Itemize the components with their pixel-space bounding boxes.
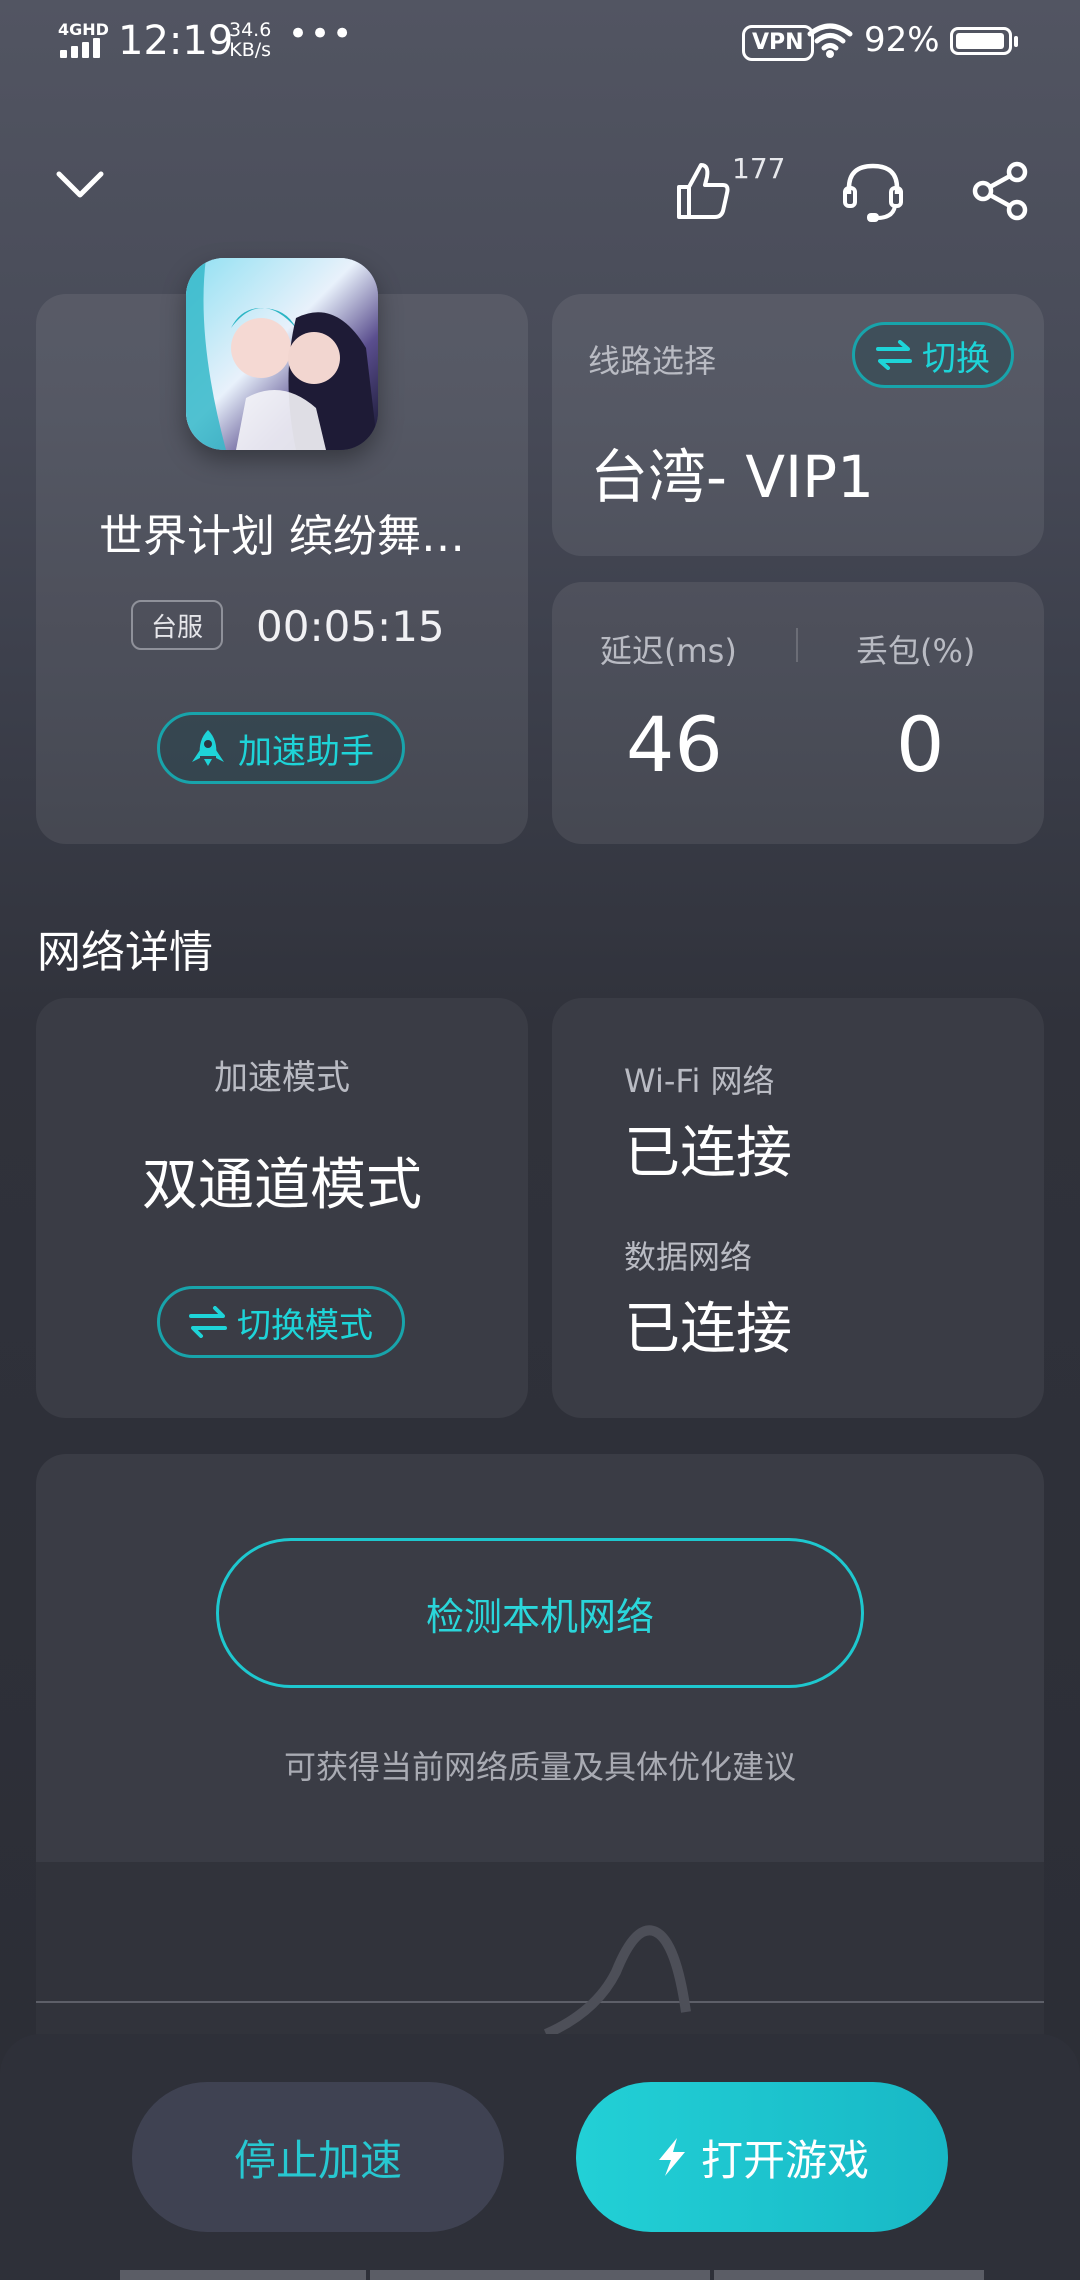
mode-value: 双通道模式 xyxy=(142,1153,422,1218)
collapse-button[interactable] xyxy=(48,160,112,210)
share-icon xyxy=(972,161,1028,221)
accelerate-assistant-label: 加速助手 xyxy=(238,731,374,772)
detect-network-button[interactable]: 检测本机网络 xyxy=(216,1538,864,1688)
switch-arrows-icon xyxy=(876,340,912,370)
elapsed-time: 00:05:15 xyxy=(256,602,445,651)
share-button[interactable] xyxy=(966,156,1036,226)
more-notifications-icon: ••• xyxy=(288,14,355,54)
like-count: 177 xyxy=(732,152,786,185)
nav-indicator xyxy=(120,2270,366,2280)
speed-value: 34.6 xyxy=(229,19,272,41)
game-icon[interactable] xyxy=(186,258,378,450)
rocket-icon xyxy=(192,730,224,766)
detect-hint: 可获得当前网络质量及具体优化建议 xyxy=(283,1748,796,1786)
data-network-label: 数据网络 xyxy=(624,1238,753,1276)
latency-graph xyxy=(36,1862,1044,2062)
stats-divider xyxy=(796,628,798,662)
switch-arrows-icon xyxy=(189,1306,227,1338)
status-time: 12:19 xyxy=(118,18,234,64)
switch-mode-label: 切换模式 xyxy=(237,1305,373,1346)
battery-percent: 92% xyxy=(864,20,940,60)
headset-icon xyxy=(843,163,903,222)
like-button[interactable] xyxy=(668,154,738,228)
nav-indicator xyxy=(714,2270,984,2280)
vpn-badge: VPN xyxy=(742,25,814,61)
section-title-network-details: 网络详情 xyxy=(37,927,213,978)
latency-graph-line xyxy=(36,1925,1044,2039)
latency-value: 46 xyxy=(626,700,723,789)
route-switch-button[interactable]: 切换 xyxy=(852,322,1014,388)
loss-label: 丢包(%) xyxy=(856,632,976,670)
chevron-down-icon xyxy=(56,171,104,198)
wifi-label: Wi-Fi 网络 xyxy=(624,1062,775,1100)
server-tag: 台服 xyxy=(131,600,223,650)
signal-icon xyxy=(60,38,100,58)
accelerate-assistant-button[interactable]: 加速助手 xyxy=(157,712,405,784)
status-bar: 4GHD 12:19 34.6 KB/s ••• VPN 92% xyxy=(0,0,1080,90)
network-type: 4GHD xyxy=(58,20,109,39)
switch-mode-button[interactable]: 切换模式 xyxy=(157,1286,405,1358)
game-title: 世界计划 缤纷舞… xyxy=(99,511,465,562)
wifi-status: 已连接 xyxy=(624,1121,792,1186)
route-label: 线路选择 xyxy=(588,342,717,380)
loss-value: 0 xyxy=(896,700,945,789)
route-switch-label: 切换 xyxy=(922,338,990,379)
support-button[interactable] xyxy=(838,156,908,226)
nav-indicator xyxy=(370,2270,710,2280)
open-game-label: 打开游戏 xyxy=(700,2135,869,2185)
open-game-button[interactable]: 打开游戏 xyxy=(576,2082,948,2232)
route-name: 台湾- VIP1 xyxy=(590,443,875,511)
game-artwork xyxy=(186,258,378,450)
data-network-status: 已连接 xyxy=(624,1297,792,1362)
speed-unit: KB/s xyxy=(229,39,272,61)
thumbs-up-icon xyxy=(677,163,730,219)
stop-acceleration-button[interactable]: 停止加速 xyxy=(132,2082,504,2232)
battery-icon xyxy=(950,27,1018,55)
wifi-icon xyxy=(807,23,853,58)
lightning-icon xyxy=(658,2138,685,2176)
network-speed: 34.6 KB/s xyxy=(229,20,271,60)
latency-label: 延迟(ms) xyxy=(600,632,737,670)
mode-label: 加速模式 xyxy=(214,1058,350,1098)
